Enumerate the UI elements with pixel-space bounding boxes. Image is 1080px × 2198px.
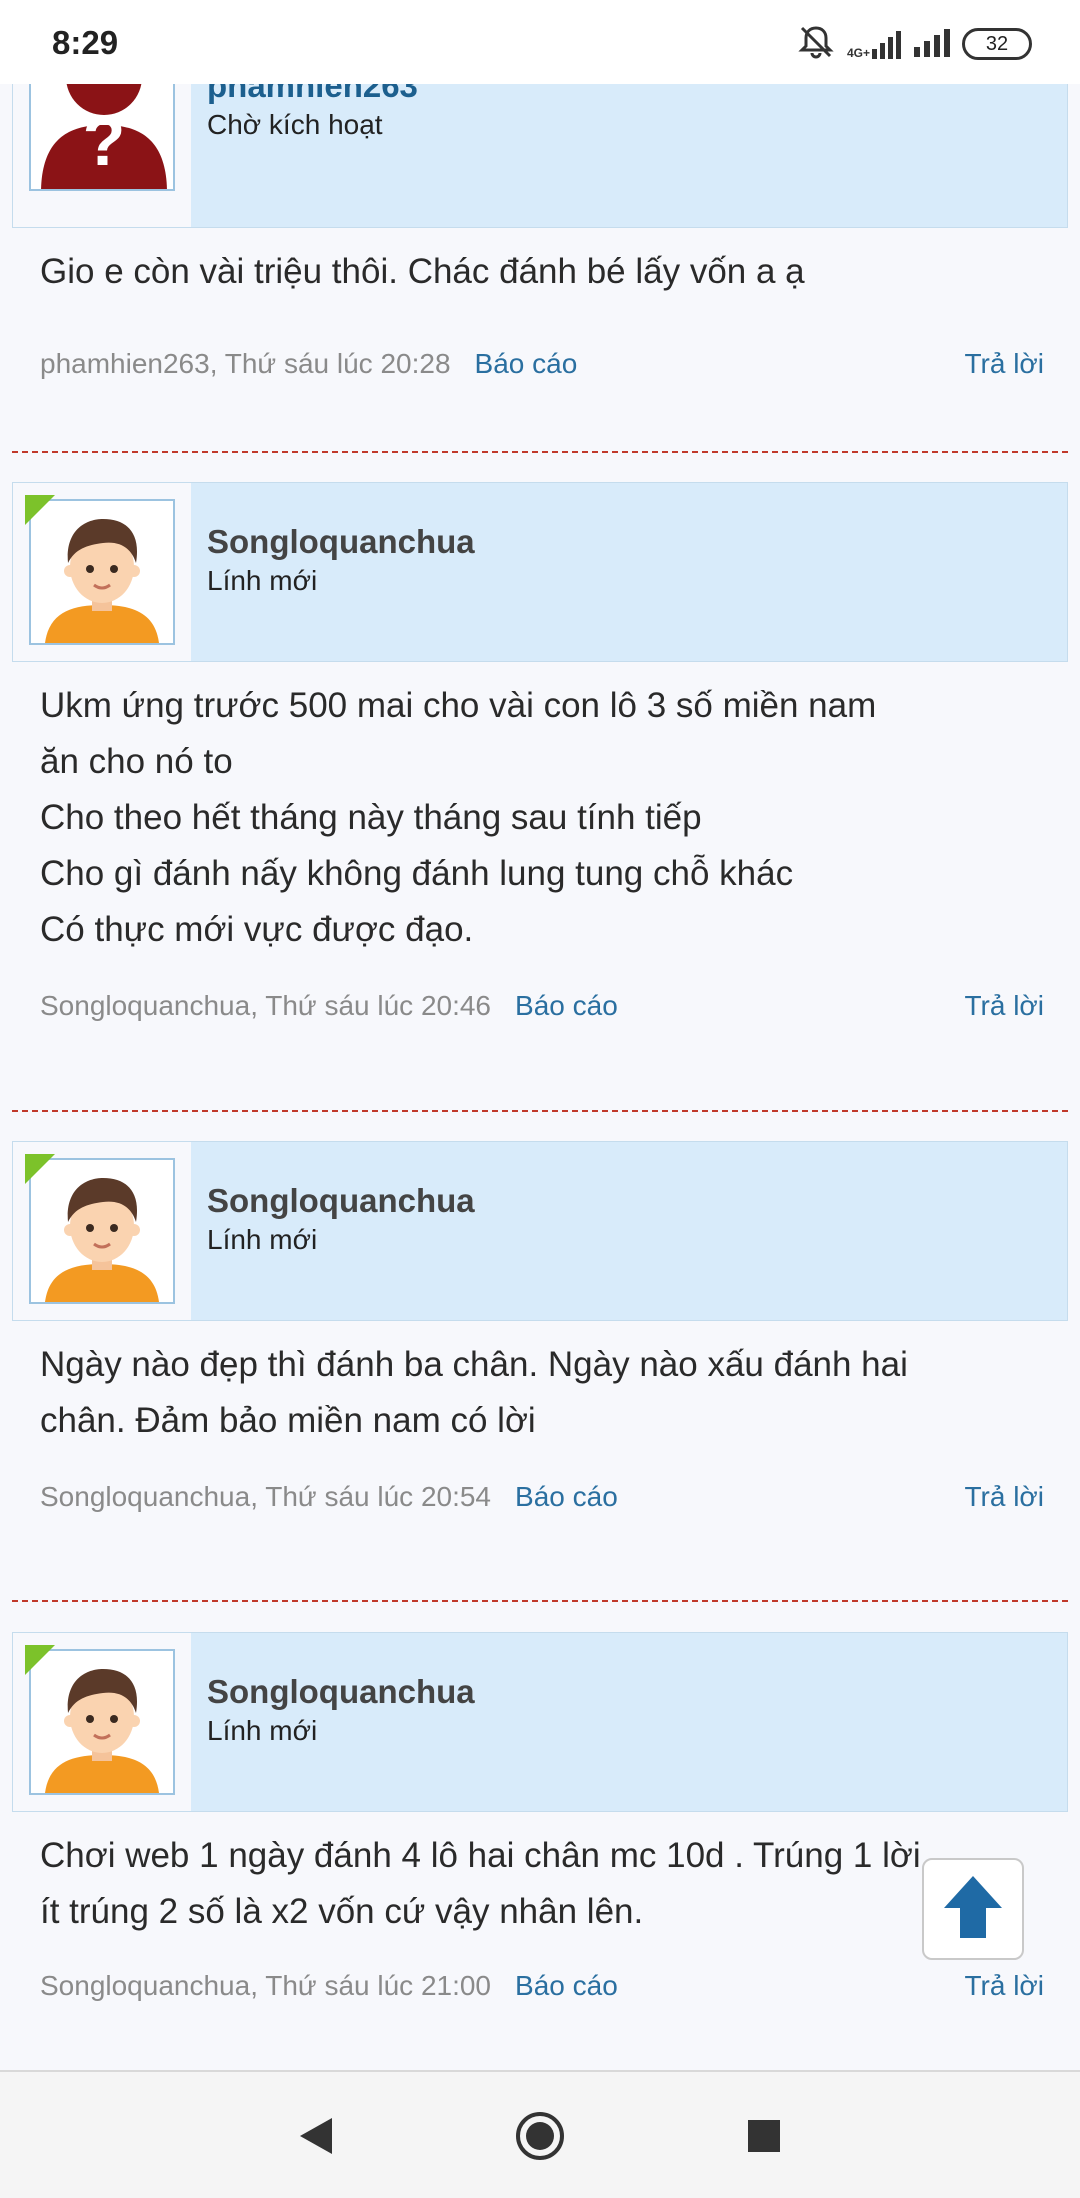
report-link[interactable]: Báo cáo — [515, 990, 618, 1021]
nav-recents-button[interactable] — [736, 2110, 792, 2166]
post-author[interactable]: Songloquanchua — [207, 523, 475, 561]
bell-off-icon — [797, 24, 835, 65]
status-time: 8:29 — [52, 24, 119, 61]
post-body: Ngày nào đẹp thì đánh ba chân. Ngày nào … — [40, 1337, 1050, 1449]
post-divider — [12, 1110, 1068, 1112]
post-header: Songloquanchua Lính mới — [12, 482, 1068, 662]
post-body-line: Cho gì đánh nấy không đánh lung tung chỗ… — [40, 854, 794, 893]
post-body: Chơi web 1 ngày đánh 4 lô hai chân mc 10… — [40, 1828, 1050, 1940]
report-link[interactable]: Báo cáo — [515, 1481, 618, 1512]
post-author[interactable]: phamhien263 — [207, 84, 418, 105]
scroll-to-top-button[interactable] — [922, 1858, 1024, 1960]
post-meta: Songloquanchua, Thứ sáu lúc 20:54 Báo cáo — [40, 1481, 618, 1513]
signal-icon — [914, 27, 950, 62]
post-divider — [12, 451, 1068, 453]
post-body-line: Có thực mới vực được đạo. — [40, 910, 474, 949]
post-author[interactable]: Songloquanchua — [207, 1182, 475, 1220]
post-body-line: Ukm ứng trước 500 mai cho vài con lô 3 s… — [40, 686, 877, 725]
post-meta-text: phamhien263, Thứ sáu lúc 20:28 — [40, 348, 451, 379]
badge-corner-icon — [25, 495, 55, 525]
post-body: Ukm ứng trước 500 mai cho vài con lô 3 s… — [40, 678, 1050, 958]
nav-home-button[interactable] — [512, 2110, 568, 2166]
post-author-title: Lính mới — [207, 1715, 318, 1746]
battery-indicator: 32 — [962, 28, 1032, 60]
post-meta-text: Songloquanchua, Thứ sáu lúc 21:00 — [40, 1970, 492, 2001]
post-header: ? phamhien263 Chờ kích hoạt — [12, 84, 1068, 228]
reply-link[interactable]: Trả lời — [964, 1481, 1044, 1513]
report-link[interactable]: Báo cáo — [475, 348, 578, 379]
home-circle-icon — [514, 2110, 566, 2167]
post-body-line: Ngày nào đẹp thì đánh ba chân. Ngày nào … — [40, 1345, 908, 1384]
post-header: Songloquanchua Lính mới — [12, 1632, 1068, 1812]
thread-content[interactable]: ? phamhien263 Chờ kích hoạt Gio e còn và… — [0, 84, 1080, 2070]
post-body: Gio e còn vài triệu thôi. Chác đánh bé l… — [40, 244, 1050, 300]
post-meta-text: Songloquanchua, Thứ sáu lúc 20:54 — [40, 1481, 492, 1512]
nav-back-button[interactable] — [288, 2110, 344, 2166]
post-author-title: Lính mới — [207, 1224, 318, 1255]
reply-link[interactable]: Trả lời — [964, 1970, 1044, 2002]
avatar[interactable]: ? — [29, 84, 175, 191]
post-body-line: Chơi web 1 ngày đánh 4 lô hai chân mc 10… — [40, 1836, 921, 1875]
post-meta: phamhien263, Thứ sáu lúc 20:28 Báo cáo — [40, 348, 577, 380]
back-triangle-icon — [296, 2114, 336, 2163]
post-body-line: ít trúng 2 số là x2 vốn cứ vậy nhân lên. — [40, 1892, 644, 1931]
reply-link[interactable]: Trả lời — [964, 348, 1044, 380]
post-meta: Songloquanchua, Thứ sáu lúc 21:00 Báo cáo — [40, 1970, 618, 2002]
post-header: Songloquanchua Lính mới — [12, 1141, 1068, 1321]
network-type: 4G+ — [846, 46, 870, 60]
post-body-line: Gio e còn vài triệu thôi. Chác đánh bé l… — [40, 252, 805, 291]
post-meta: Songloquanchua, Thứ sáu lúc 20:46 Báo cáo — [40, 990, 618, 1022]
post-author-title: Chờ kích hoạt — [207, 109, 383, 140]
badge-corner-icon — [25, 1154, 55, 1184]
post-author-title: Lính mới — [207, 565, 318, 596]
mobile-signal-icon: 4G+ — [847, 29, 902, 59]
reply-link[interactable]: Trả lời — [964, 990, 1044, 1022]
post-body-line: Cho theo hết tháng này tháng sau tính ti… — [40, 798, 702, 837]
report-link[interactable]: Báo cáo — [515, 1970, 618, 2001]
recents-square-icon — [746, 2118, 782, 2159]
badge-corner-icon — [25, 1645, 55, 1675]
system-nav-bar — [0, 2070, 1080, 2198]
post-divider — [12, 1600, 1068, 1602]
post-body-line: chân. Đảm bảo miền nam có lời — [40, 1401, 536, 1440]
status-bar: 8:29 4G+ 32 — [0, 0, 1080, 84]
post-meta-text: Songloquanchua, Thứ sáu lúc 20:46 — [40, 990, 492, 1021]
post-body-line: ăn cho nó to — [40, 742, 233, 781]
svg-text:?: ? — [83, 102, 126, 180]
post-author[interactable]: Songloquanchua — [207, 1673, 475, 1711]
arrow-up-icon — [942, 1874, 1004, 1945]
